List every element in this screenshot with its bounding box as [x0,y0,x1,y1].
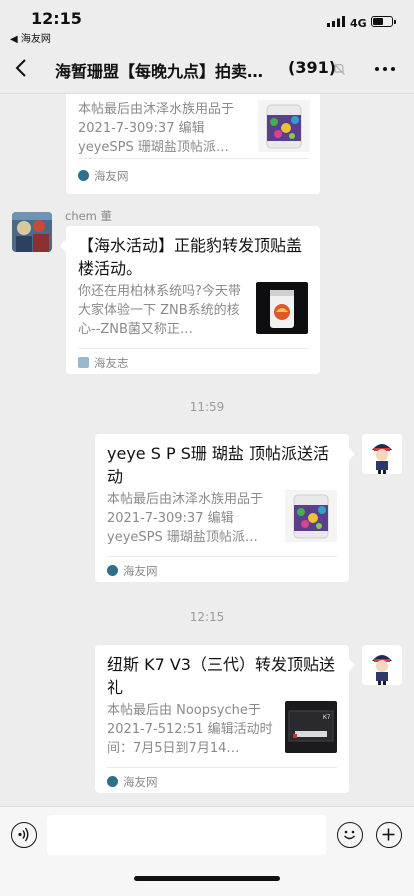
card-source: 海友网 [123,564,158,578]
card-description: 本帖最后由沐泽水族用品于 2021-7-309:37 编辑 yeyeSPS 珊瑚… [107,492,264,545]
add-more-icon[interactable] [376,822,402,848]
site-logo-icon [78,170,89,181]
site-logo-icon [78,357,89,368]
salt-bucket-thumbnail [285,490,337,542]
chat-timestamp: 11:59 [189,400,225,414]
sender-avatar[interactable] [12,212,52,252]
thumb-k7-label: K7 [323,715,331,721]
back-to-app-link[interactable]: ◀ 海友网 [10,30,51,45]
chat-header: 海暂珊盟【每晚九点】拍卖… (391) [0,44,414,94]
my-avatar[interactable] [362,434,402,474]
card-title-clipped: 动 [78,94,94,97]
signal-icon [327,16,345,27]
chat-timestamp: 12:15 [189,610,225,624]
bacteria-bottle-thumbnail [256,282,308,334]
site-logo-icon [107,776,118,787]
message-input[interactable] [47,815,326,855]
link-card-message[interactable]: 【海水活动】正能豹转发顶贴盖楼活动。 你还在用柏林系统吗?今天带大家体验一下 Z… [66,226,320,374]
emoji-icon[interactable] [337,822,363,848]
product-photo-thumbnail: K7 [285,701,337,753]
battery-icon [371,16,396,27]
card-title: 纽斯 K7 V3（三代）转发顶贴送礼 [107,655,335,697]
my-avatar[interactable] [362,645,402,685]
home-indicator[interactable] [134,876,280,881]
mute-bell-icon [333,63,345,75]
member-count: (391) [288,58,337,77]
salt-bucket-thumbnail [258,100,310,152]
more-options-icon[interactable] [375,67,395,71]
site-logo-icon [107,565,118,576]
back-arrow-icon[interactable] [10,56,34,80]
card-source: 海友志 [94,356,129,370]
link-card-message[interactable]: yeye S P S珊 瑚盐 顶帖派送活动 本帖最后由沐泽水族用品于 2021-… [95,434,349,582]
chat-input-bar [0,806,414,896]
card-title: yeye S P S珊 瑚盐 顶帖派送活动 [107,444,330,486]
card-source: 海友网 [94,169,129,183]
message-list[interactable]: 动 本帖最后由沐泽水族用品于 2021-7-309:37 编辑 yeyeSPS … [0,94,414,806]
status-time: 12:15 [31,9,82,28]
card-description: 本帖最后由沐泽水族用品于 2021-7-309:37 编辑 yeyeSPS 珊瑚… [78,102,235,155]
card-description: 本帖最后由 Noopsyche于 2021-7-512:51 编辑活动时间：7月… [107,703,273,756]
card-title: 【海水活动】正能豹转发顶贴盖楼活动。 [78,236,303,278]
network-label: 4G [350,17,367,30]
card-description: 你还在用柏林系统吗?今天带大家体验一下 ZNB系统的核心--ZNB菌又称正… [78,284,241,337]
voice-input-icon[interactable] [11,822,37,848]
card-source: 海友网 [123,775,158,789]
status-bar: 12:15 ◀ 海友网 4G [0,0,414,45]
link-card-message[interactable]: 动 本帖最后由沐泽水族用品于 2021-7-309:37 编辑 yeyeSPS … [66,94,320,194]
group-title: 海暂珊盟【每晚九点】拍卖… [55,62,264,81]
sender-name: chem 董 [65,209,113,223]
link-card-message[interactable]: 纽斯 K7 V3（三代）转发顶贴送礼 本帖最后由 Noopsyche于 2021… [95,645,349,793]
